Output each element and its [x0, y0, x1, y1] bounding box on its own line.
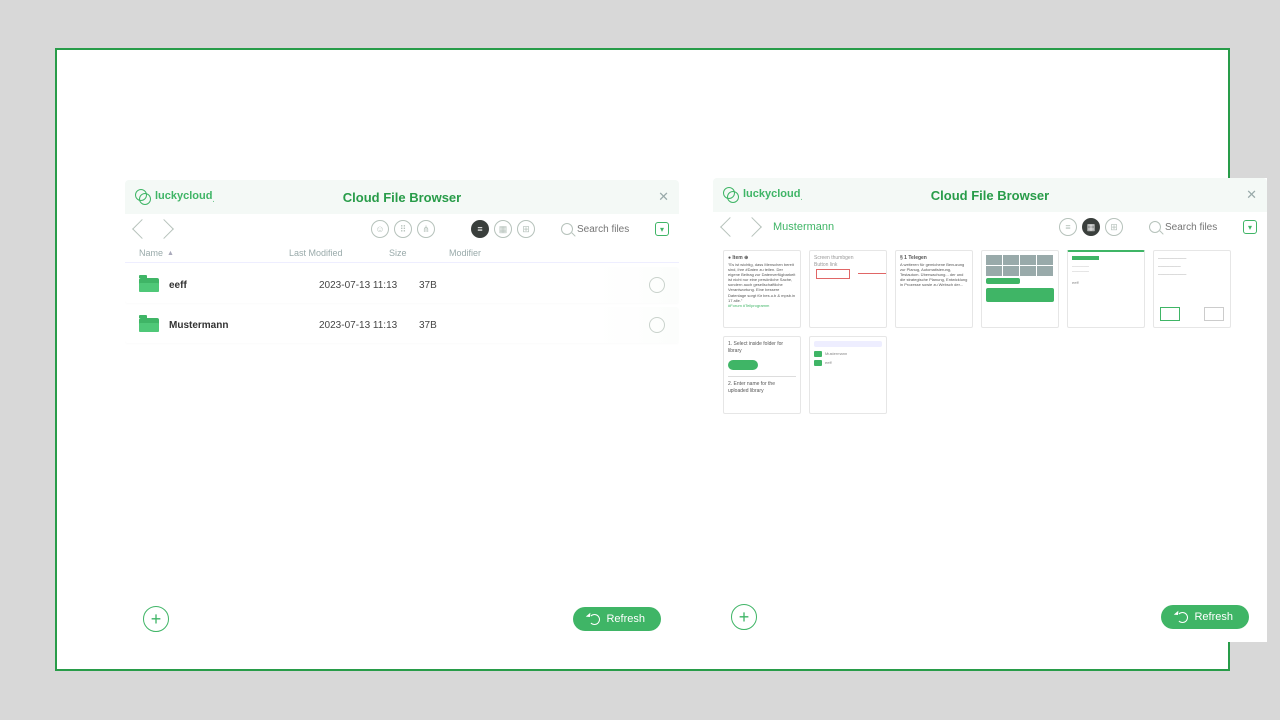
- toolbar: Mustermann ≡ ▦ ⊞ ▾: [713, 212, 1267, 242]
- close-icon[interactable]: ✕: [658, 189, 669, 205]
- table-row[interactable]: eeff 2023-07-13 11:13 37B: [125, 267, 679, 303]
- close-icon[interactable]: ✕: [1246, 187, 1257, 203]
- search-input[interactable]: [577, 224, 647, 235]
- toolbar: ☺ ⠿ ⋔ ≡ ▦ ⊞ ▾: [125, 214, 679, 244]
- thumbnail[interactable]: ────────────────────────────: [1153, 250, 1231, 328]
- list-header: Name ▲ Last Modified Size Modifier: [125, 244, 679, 263]
- thumbnail[interactable]: ● Item ⊕"Es ist wichtig, dass Menschen b…: [723, 250, 801, 328]
- user-icon[interactable]: ☺: [371, 220, 389, 238]
- col-modified[interactable]: Last Modified: [289, 248, 389, 258]
- file-browser-grid-panel: luckycloud. Cloud File Browser ✕ Musterm…: [713, 178, 1267, 642]
- file-size: 37B: [419, 320, 479, 331]
- add-button[interactable]: +: [731, 604, 757, 630]
- file-modified: 2023-07-13 11:13: [319, 280, 419, 291]
- panel-footer: + Refresh: [125, 594, 679, 644]
- nav-forward-icon[interactable]: [154, 219, 174, 239]
- nav-forward-icon[interactable]: [742, 217, 762, 237]
- share-icon[interactable]: ⋔: [417, 220, 435, 238]
- nav-back-icon[interactable]: [132, 219, 152, 239]
- file-list: eeff 2023-07-13 11:13 37B Mustermann 202…: [125, 263, 679, 593]
- file-browser-list-panel: luckycloud. Cloud File Browser ✕ ☺ ⠿ ⋔ ≡…: [125, 180, 679, 644]
- col-modifier[interactable]: Modifier: [449, 248, 665, 258]
- panel-footer: + Refresh: [713, 592, 1267, 642]
- modifier-avatar-icon: [649, 277, 665, 293]
- refresh-button[interactable]: Refresh: [1161, 605, 1249, 629]
- folder-icon: [139, 278, 159, 292]
- col-size[interactable]: Size: [389, 248, 449, 258]
- view-large-icon[interactable]: ⊞: [517, 220, 535, 238]
- add-button[interactable]: +: [143, 606, 169, 632]
- file-name: Mustermann: [169, 320, 319, 331]
- slide-frame: luckycloud. Cloud File Browser ✕ ☺ ⠿ ⋔ ≡…: [55, 48, 1230, 671]
- refresh-label: Refresh: [1194, 611, 1233, 623]
- view-list-icon[interactable]: ≡: [1059, 218, 1077, 236]
- panel-title: Cloud File Browser: [125, 190, 679, 205]
- refresh-icon: [589, 614, 600, 625]
- search-icon[interactable]: [1149, 221, 1161, 233]
- thumbnail[interactable]: [981, 250, 1059, 328]
- col-name[interactable]: Name: [139, 248, 163, 258]
- panel-header: luckycloud. Cloud File Browser ✕: [125, 180, 679, 214]
- thumbnail[interactable]: § 1 TelegenA weiteren für gemichene Benu…: [895, 250, 973, 328]
- thumbnail[interactable]: ────────────eeff: [1067, 250, 1145, 328]
- view-grid-icon[interactable]: ▦: [494, 220, 512, 238]
- thumbnail[interactable]: Mustermanneeff: [809, 336, 887, 414]
- search-icon[interactable]: [561, 223, 573, 235]
- search-input[interactable]: [1165, 222, 1235, 233]
- view-large-icon[interactable]: ⊞: [1105, 218, 1123, 236]
- file-name: eeff: [169, 280, 319, 291]
- folder-icon: [139, 318, 159, 332]
- modifier-avatar-icon: [649, 317, 665, 333]
- thumbnail-grid: ● Item ⊕"Es ist wichtig, dass Menschen b…: [713, 242, 1267, 422]
- refresh-label: Refresh: [606, 613, 645, 625]
- thumbnail[interactable]: 1. Select inside folder for library2. En…: [723, 336, 801, 414]
- refresh-button[interactable]: Refresh: [573, 607, 661, 631]
- nav-back-icon[interactable]: [720, 217, 740, 237]
- view-grid-icon[interactable]: ▦: [1082, 218, 1100, 236]
- refresh-icon: [1177, 612, 1188, 623]
- file-modified: 2023-07-13 11:13: [319, 320, 419, 331]
- panel-title: Cloud File Browser: [713, 188, 1267, 203]
- breadcrumb[interactable]: Mustermann: [773, 221, 834, 233]
- file-size: 37B: [419, 280, 479, 291]
- sort-icon[interactable]: ▲: [167, 250, 174, 257]
- options-dropdown-icon[interactable]: ▾: [1243, 220, 1257, 234]
- panel-header: luckycloud. Cloud File Browser ✕: [713, 178, 1267, 212]
- thumbnail[interactable]: Screen thumbgenButton link: [809, 250, 887, 328]
- view-list-icon[interactable]: ≡: [471, 220, 489, 238]
- table-row[interactable]: Mustermann 2023-07-13 11:13 37B: [125, 307, 679, 343]
- options-dropdown-icon[interactable]: ▾: [655, 222, 669, 236]
- group-icon[interactable]: ⠿: [394, 220, 412, 238]
